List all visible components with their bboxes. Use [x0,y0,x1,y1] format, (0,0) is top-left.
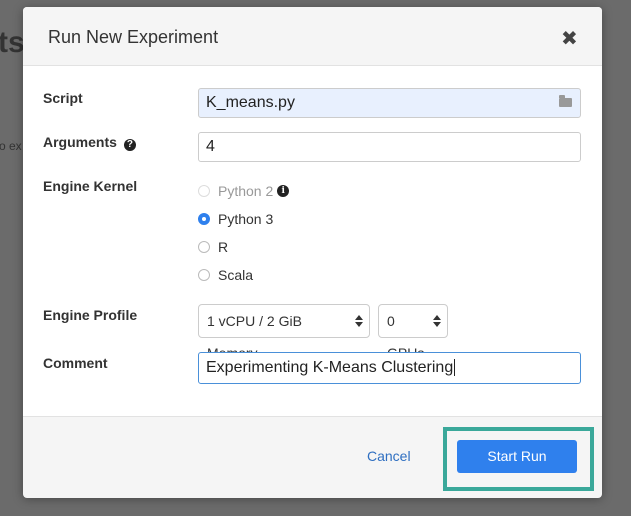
engine-kernel-label: Engine Kernel [43,178,138,194]
run-experiment-dialog: Run New Experiment ✖ Script K_means.py A… [23,7,602,498]
comment-label: Comment [43,355,108,371]
kernel-option-scala[interactable]: Scala [198,267,253,283]
info-icon[interactable]: i [277,185,290,197]
dialog-title: Run New Experiment [48,27,219,47]
help-icon[interactable]: ? [123,139,136,151]
radio-python3[interactable] [198,213,210,225]
radio-r[interactable] [198,241,210,253]
kernel-option-python3[interactable]: Python 3 [198,211,273,227]
engine-profile-select[interactable]: 1 vCPU / 2 GiB Memory [198,304,370,361]
select-arrows-icon [433,315,441,327]
comment-value: Experimenting K-Means Clustering [206,359,454,376]
dialog-header: Run New Experiment ✖ [23,7,602,66]
gpu-select[interactable]: 0 GPUs [378,304,448,361]
folder-icon[interactable] [559,95,572,107]
script-value: K_means.py [206,94,295,111]
kernel-label-r: R [218,239,229,255]
background-page-title: ts [0,26,25,59]
text-cursor [454,359,456,376]
start-run-button[interactable]: Start Run [457,440,577,473]
comment-input[interactable]: Experimenting K-Means Clustering [198,352,581,384]
arguments-label: Arguments? [43,134,136,151]
arguments-label-text: Arguments [43,134,117,150]
select-arrows-icon [355,315,363,327]
kernel-option-r[interactable]: R [198,239,228,255]
kernel-label-python3: Python 3 [218,211,274,227]
radio-python2 [198,185,210,197]
radio-scala[interactable] [198,269,210,281]
kernel-label-scala: Scala [218,267,254,283]
arguments-input[interactable]: 4 [198,132,581,162]
kernel-label-python2: Python 2 [218,183,274,199]
arguments-value: 4 [206,138,215,155]
script-label: Script [43,90,83,106]
background-text: o ex [0,139,22,153]
close-icon[interactable]: ✖ [561,29,578,49]
cancel-button[interactable]: Cancel [367,448,411,464]
kernel-option-python2: Python 2 i [198,183,290,199]
engine-profile-label: Engine Profile [43,307,138,323]
script-input[interactable]: K_means.py [198,88,581,118]
